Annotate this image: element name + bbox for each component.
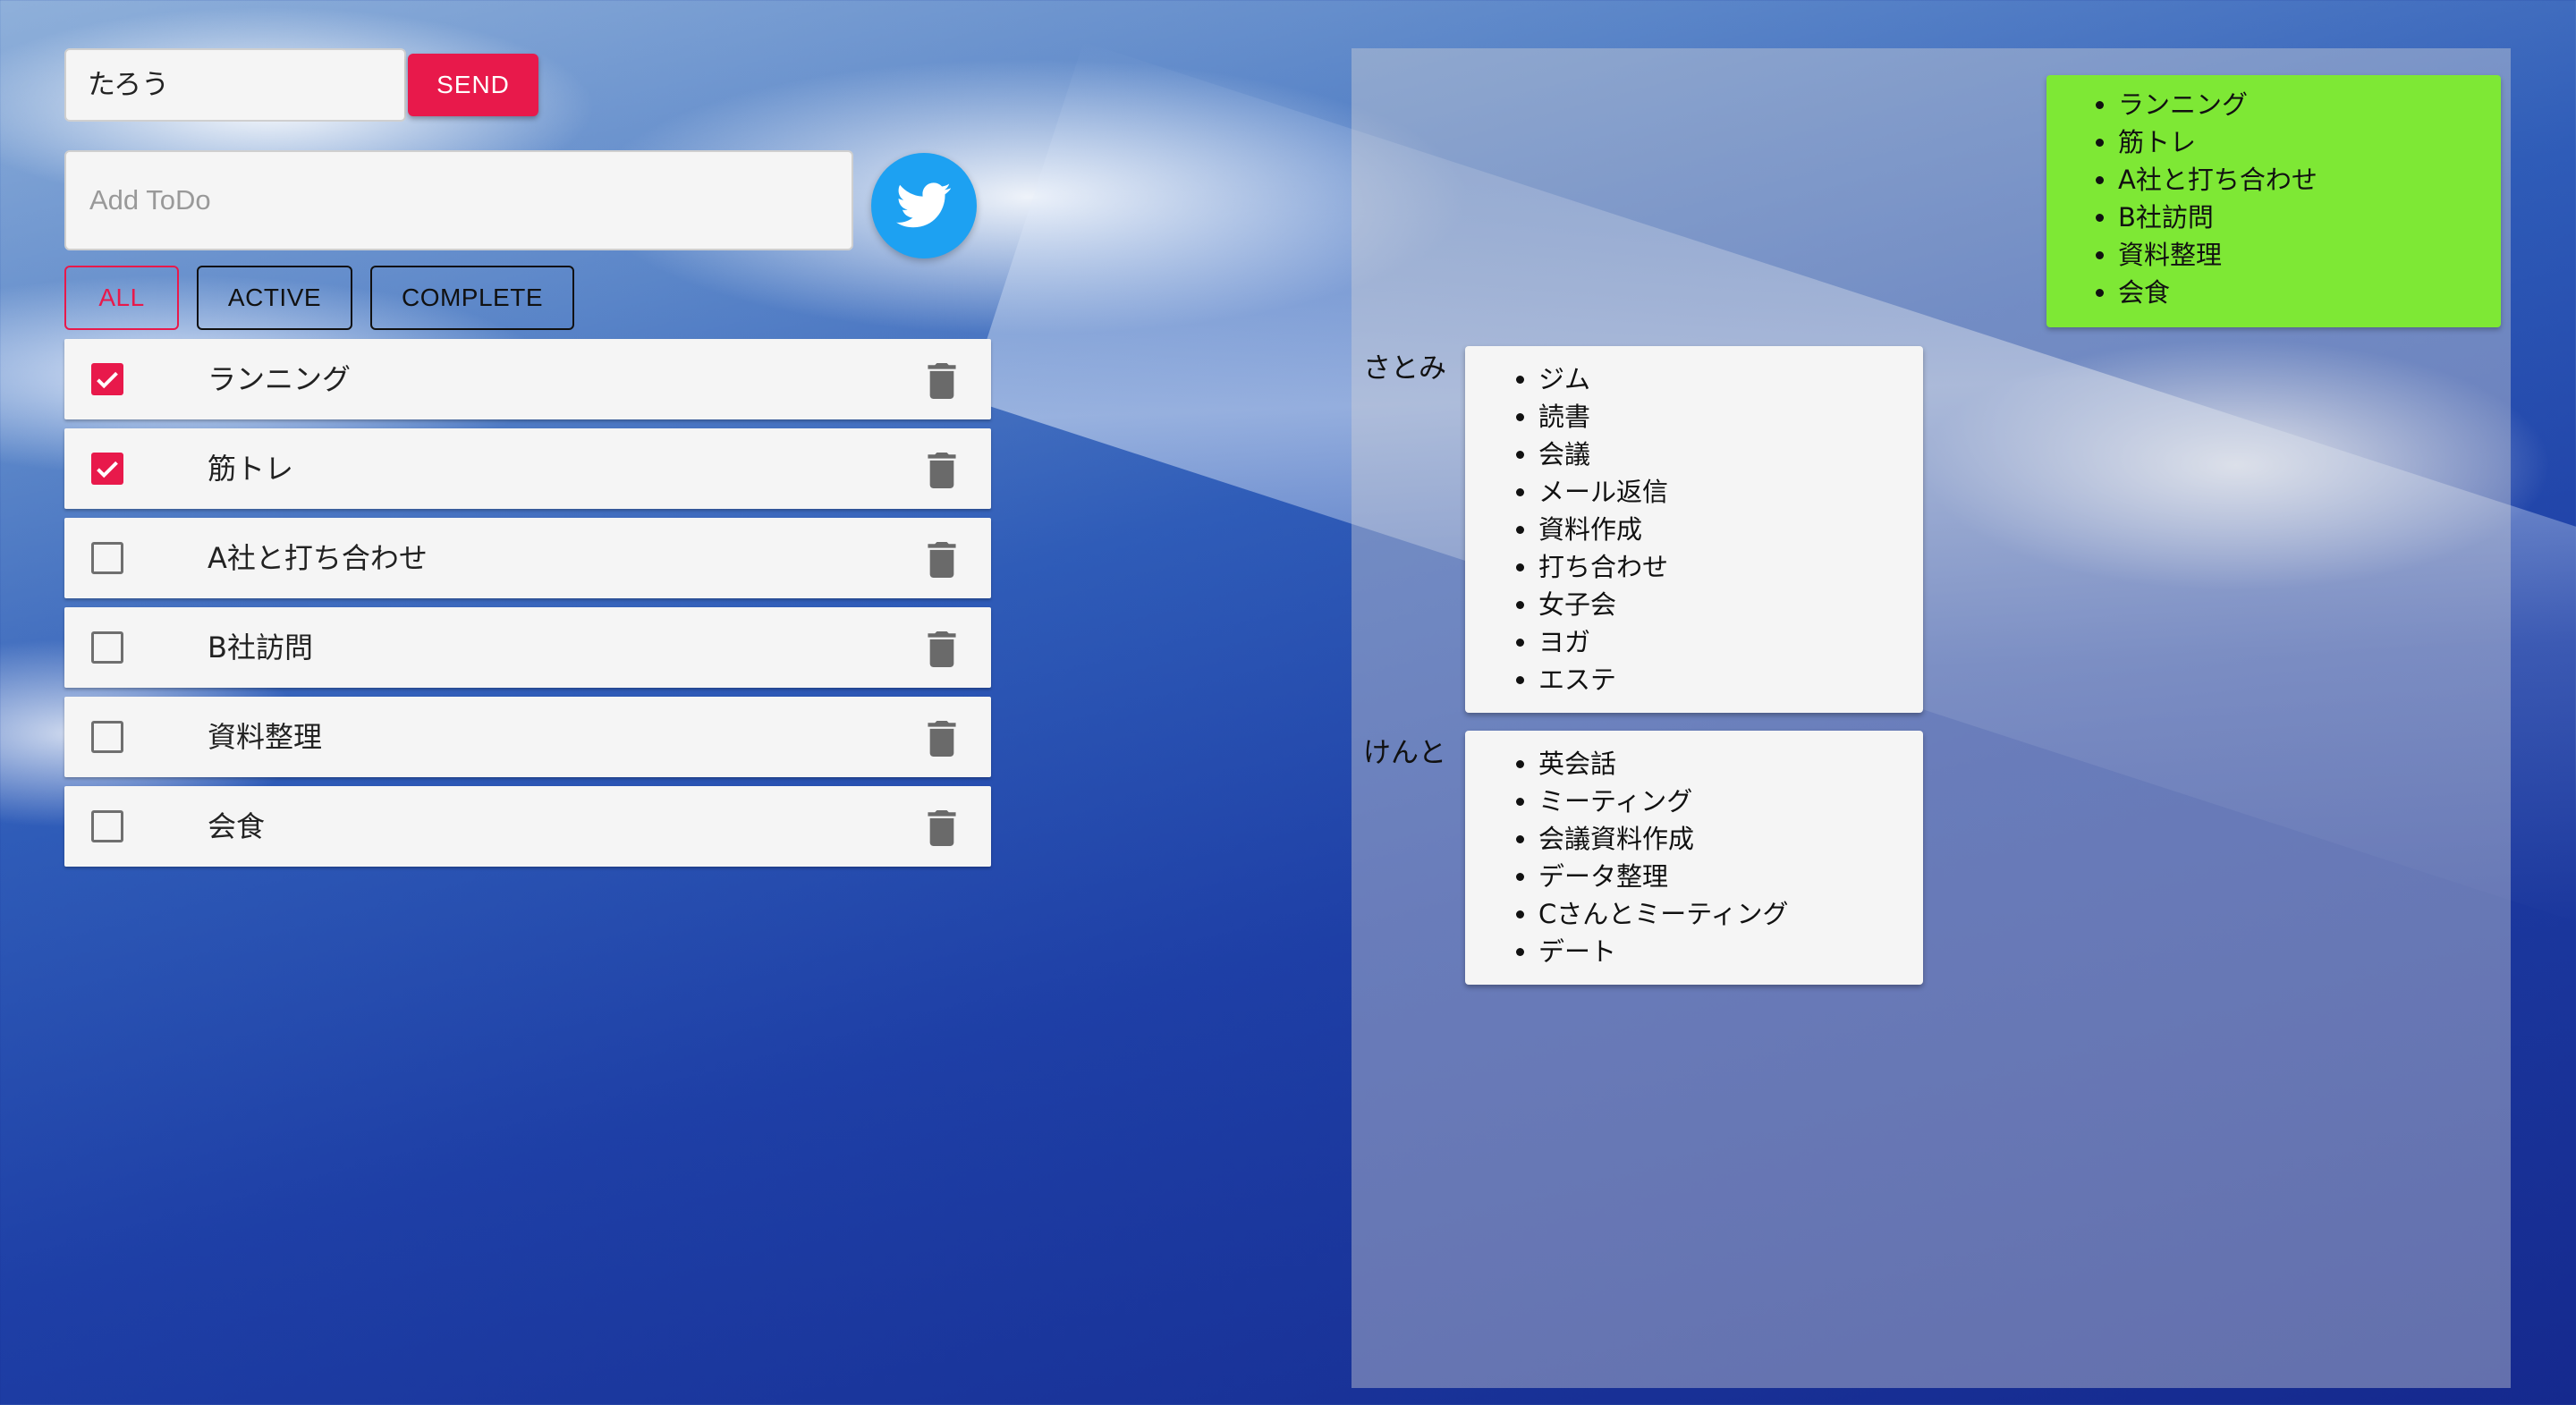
todo-text: ランニング: [208, 362, 352, 396]
list-item: 会議資料作成: [1538, 820, 1923, 858]
username-field[interactable]: たろう: [64, 48, 406, 122]
todo-text: 筋トレ: [208, 452, 294, 486]
trash-icon[interactable]: [926, 363, 958, 399]
list-item: 女子会: [1538, 586, 1923, 623]
trash-icon[interactable]: [926, 810, 958, 846]
todo-checkbox[interactable]: [91, 542, 123, 574]
list-item: デート: [1538, 933, 1923, 970]
list-item: 資料整理: [2118, 236, 2501, 274]
list-item: エステ: [1538, 661, 1923, 698]
todo-checkbox[interactable]: [91, 453, 123, 485]
list-item: ミーティング: [1538, 783, 1923, 820]
trash-icon[interactable]: [926, 721, 958, 757]
todo-text: B社訪問: [208, 631, 313, 664]
list-item: メール返信: [1538, 473, 1923, 511]
add-todo-input[interactable]: Add ToDo: [64, 150, 853, 250]
todo-row: B社訪問: [64, 607, 991, 688]
list-item: 読書: [1538, 398, 1923, 436]
list-item: A社と打ち合わせ: [2118, 161, 2501, 199]
todo-checkbox[interactable]: [91, 721, 123, 753]
trash-icon[interactable]: [926, 542, 958, 578]
filter-all-button[interactable]: ALL: [64, 266, 179, 330]
todo-row: ランニング: [64, 339, 991, 419]
list-item: Cさんとミーティング: [1538, 895, 1923, 933]
check-icon: [97, 371, 118, 389]
list-item: 会食: [2118, 274, 2501, 311]
list-item: ジム: [1538, 360, 1923, 398]
user-list-card: 英会話 ミーティング 会議資料作成 データ整理 Cさんとミーティング デート: [1465, 731, 1923, 985]
todo-list: ランニング 筋トレ A社と打ち合わせ B社訪問 資料整理 会食: [64, 339, 991, 876]
filter-active-button[interactable]: ACTIVE: [197, 266, 352, 330]
list-item: 資料作成: [1538, 511, 1923, 548]
twitter-icon: [896, 182, 951, 228]
send-button[interactable]: SEND: [408, 54, 538, 116]
user-name-label: けんと: [1363, 737, 1446, 769]
own-list-card: ランニング 筋トレ A社と打ち合わせ B社訪問 資料整理 会食: [2046, 75, 2501, 327]
todo-row: A社と打ち合わせ: [64, 518, 991, 598]
list-item: B社訪問: [2118, 199, 2501, 236]
todo-text: 資料整理: [208, 720, 323, 754]
list-item: ヨガ: [1538, 623, 1923, 661]
list-item: 打ち合わせ: [1538, 548, 1923, 586]
list-item: 英会話: [1538, 745, 1923, 783]
user-list-card: ジム 読書 会議 メール返信 資料作成 打ち合わせ 女子会 ヨガ エステ: [1465, 346, 1923, 713]
todo-text: 会食: [208, 809, 266, 843]
twitter-share-button[interactable]: [871, 153, 977, 258]
list-item: ランニング: [2118, 86, 2501, 123]
check-icon: [97, 461, 118, 478]
trash-icon[interactable]: [926, 631, 958, 667]
filter-complete-button[interactable]: COMPLETE: [370, 266, 574, 330]
list-item: データ整理: [1538, 858, 1923, 895]
todo-checkbox[interactable]: [91, 631, 123, 664]
list-item: 会議: [1538, 436, 1923, 473]
user-name-label: さとみ: [1363, 352, 1446, 385]
todo-checkbox[interactable]: [91, 810, 123, 842]
list-item: 筋トレ: [2118, 123, 2501, 161]
todo-row: 会食: [64, 786, 991, 867]
trash-icon[interactable]: [926, 453, 958, 488]
todo-text: A社と打ち合わせ: [208, 541, 428, 575]
todo-row: 資料整理: [64, 697, 991, 777]
todo-row: 筋トレ: [64, 428, 991, 509]
todo-checkbox[interactable]: [91, 363, 123, 395]
